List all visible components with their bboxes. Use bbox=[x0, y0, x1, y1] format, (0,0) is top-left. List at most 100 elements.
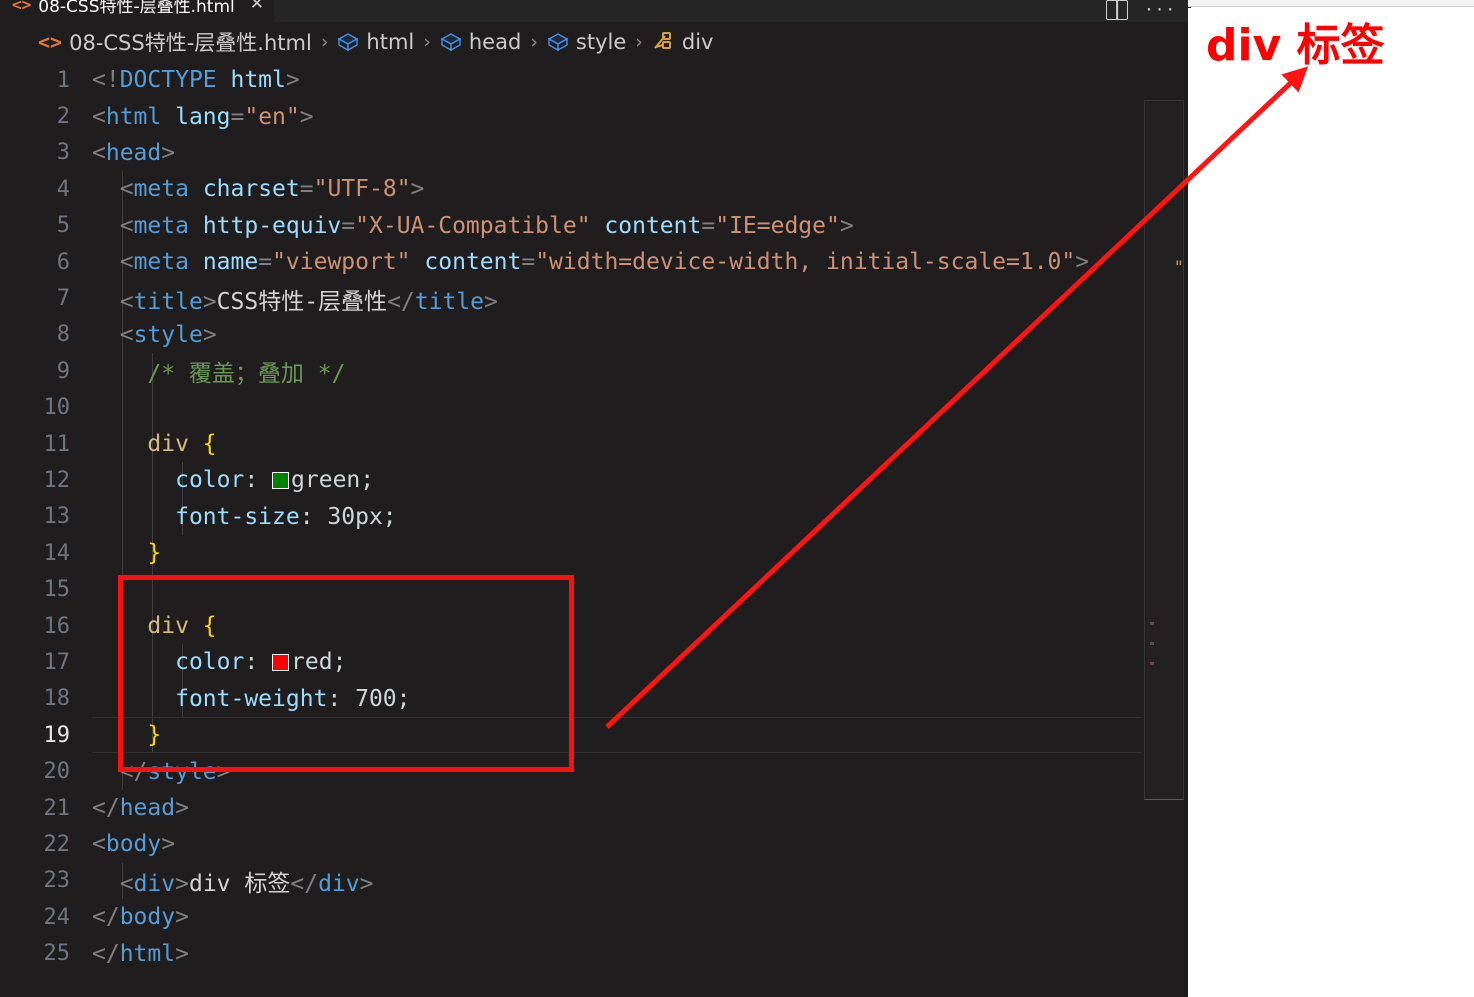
chevron-right-icon: › bbox=[320, 31, 329, 53]
code-line[interactable]: 24 </body> bbox=[0, 899, 1188, 935]
line-number: 12 bbox=[43, 467, 71, 493]
color-swatch-green[interactable] bbox=[272, 472, 290, 490]
line-tokens: <body> bbox=[92, 831, 176, 858]
line-tokens: <style> bbox=[119, 321, 217, 348]
line-number: 6 bbox=[56, 249, 70, 275]
minimap-slider[interactable] bbox=[1144, 100, 1184, 800]
code-line[interactable]: 4 <meta charset="UTF-8"> bbox=[0, 171, 1188, 208]
editor-tab-active[interactable]: <> 08-CSS特性-层叠性.html ✕ bbox=[0, 0, 274, 22]
breadcrumb-label-style: style bbox=[575, 30, 627, 54]
line-tokens: <html lang="en"> bbox=[92, 103, 314, 130]
code-line[interactable]: 9 /* 覆盖；叠加 */ bbox=[0, 353, 1188, 390]
breadcrumb-item-head[interactable]: head bbox=[440, 30, 521, 54]
line-number: 15 bbox=[43, 577, 71, 603]
line-number: 24 bbox=[43, 904, 71, 930]
breadcrumb-label-div: div bbox=[681, 30, 714, 54]
line-tokens: font-size: 30px; bbox=[175, 503, 397, 530]
minimap-mark bbox=[1150, 642, 1154, 645]
line-number: 23 bbox=[43, 868, 71, 894]
line-number: 4 bbox=[56, 176, 70, 202]
more-actions-icon[interactable]: ··· bbox=[1144, 0, 1176, 19]
code-line[interactable]: 12 color: green; bbox=[0, 462, 1188, 499]
editor-tab-actions: ··· bbox=[1106, 0, 1176, 22]
editor-tab-label: 08-CSS特性-层叠性.html bbox=[38, 0, 235, 17]
code-line[interactable]: 14 } bbox=[0, 535, 1188, 572]
code-line[interactable]: 23 <div>div 标签</div> bbox=[0, 862, 1188, 899]
code-line[interactable]: 18 font-weight: 700; bbox=[0, 680, 1188, 718]
browser-preview-pane: div 标签 bbox=[1188, 0, 1474, 997]
breadcrumb-item-style[interactable]: style bbox=[547, 30, 626, 54]
code-line[interactable]: 7 <title>CSS特性-层叠性</title> bbox=[0, 280, 1188, 317]
line-tokens: </body> bbox=[92, 904, 189, 931]
line-tokens: /* 覆盖；叠加 */ bbox=[147, 361, 346, 388]
line-number: 17 bbox=[43, 649, 71, 675]
line-tokens: div { bbox=[147, 431, 217, 458]
line-tokens: <div>div 标签</div> bbox=[119, 870, 374, 897]
breadcrumb-item-file[interactable]: <> 08-CSS特性-层叠性.html bbox=[38, 27, 312, 57]
code-line[interactable]: 5 <meta http-equiv="X-UA-Compatible" con… bbox=[0, 207, 1188, 244]
screenshot-root: <> 08-CSS特性-层叠性.html ✕ ··· <> 08-CSS特性-层… bbox=[0, 0, 1474, 997]
code-line[interactable]: 1 <!DOCTYPE html> bbox=[0, 62, 1188, 98]
code-line[interactable]: 8 <style> bbox=[0, 316, 1188, 354]
breadcrumb-item-html[interactable]: html bbox=[337, 30, 414, 54]
code-line[interactable]: 11 div { bbox=[0, 425, 1188, 463]
html-file-icon: <> bbox=[12, 0, 32, 14]
line-number: 13 bbox=[43, 504, 71, 530]
code-content[interactable]: 1 <!DOCTYPE html> 2 <html lang="en"> 3 <… bbox=[0, 62, 1188, 997]
line-tokens: <title>CSS特性-层叠性</title> bbox=[119, 288, 498, 315]
line-tokens: </style> bbox=[119, 758, 231, 785]
code-line[interactable]: 17 color: red; bbox=[0, 644, 1188, 681]
line-number: 1 bbox=[56, 67, 70, 93]
code-line[interactable]: 3 <head> bbox=[0, 135, 1188, 171]
code-line[interactable]: 13 font-size: 30px; bbox=[0, 498, 1188, 536]
line-tokens: <!DOCTYPE html> bbox=[92, 67, 300, 94]
line-number: 22 bbox=[43, 831, 71, 857]
line-number: 19 bbox=[43, 722, 71, 748]
split-editor-icon[interactable] bbox=[1106, 0, 1129, 20]
line-tokens: color: green; bbox=[175, 467, 375, 494]
minimap-mark bbox=[1150, 622, 1154, 625]
color-swatch-red[interactable] bbox=[272, 654, 290, 672]
symbol-module-icon bbox=[337, 32, 359, 52]
line-tokens: <head> bbox=[92, 139, 176, 166]
breadcrumb-label-file: 08-CSS特性-层叠性.html bbox=[69, 31, 312, 55]
line-tokens: </html> bbox=[92, 940, 189, 967]
chevron-right-icon: › bbox=[530, 31, 538, 53]
preview-rendered-div: div 标签 bbox=[1206, 20, 1385, 71]
code-editor-pane: <> 08-CSS特性-层叠性.html ✕ ··· <> 08-CSS特性-层… bbox=[0, 0, 1188, 997]
code-line[interactable]: 15 bbox=[0, 571, 1188, 608]
code-line[interactable]: 25 </html> bbox=[0, 935, 1188, 971]
minimap-mark bbox=[1150, 662, 1154, 665]
overflow-text-marker: " bbox=[1173, 258, 1184, 278]
line-tokens: <meta charset="UTF-8"> bbox=[119, 176, 425, 203]
html-file-icon: <> bbox=[38, 30, 63, 54]
close-icon[interactable]: ✕ bbox=[250, 0, 264, 13]
line-tokens: color: red; bbox=[175, 649, 347, 676]
code-line[interactable]: 21 </head> bbox=[0, 790, 1188, 826]
line-number: 2 bbox=[56, 104, 70, 130]
code-line[interactable]: 2 <html lang="en"> bbox=[0, 98, 1188, 134]
line-tokens: font-weight: 700; bbox=[175, 685, 411, 712]
line-number: 11 bbox=[43, 431, 71, 457]
line-tokens: } bbox=[147, 540, 162, 567]
line-number: 25 bbox=[43, 941, 71, 967]
line-number: 7 bbox=[56, 286, 70, 312]
line-tokens: <meta http-equiv="X-UA-Compatible" conte… bbox=[119, 212, 854, 239]
code-line[interactable]: 20 </style> bbox=[0, 753, 1188, 790]
breadcrumb-label-html: html bbox=[366, 30, 415, 54]
symbol-ruler-icon bbox=[652, 31, 675, 53]
breadcrumb-item-div[interactable]: div bbox=[652, 30, 714, 54]
line-number: 14 bbox=[43, 540, 71, 566]
editor-minimap[interactable]: " bbox=[1142, 62, 1188, 997]
code-line[interactable]: 6 <meta name="viewport" content="width=d… bbox=[0, 243, 1188, 281]
code-line-active[interactable]: 19 } bbox=[0, 717, 1188, 754]
line-number: 20 bbox=[43, 759, 71, 785]
editor-tab-bar: <> 08-CSS特性-层叠性.html ✕ ··· bbox=[0, 0, 1188, 22]
code-line[interactable]: 22 <body> bbox=[0, 826, 1188, 862]
chevron-right-icon: › bbox=[423, 31, 431, 53]
line-number: 3 bbox=[56, 140, 70, 166]
code-line[interactable]: 10 bbox=[0, 389, 1188, 426]
symbol-module-icon bbox=[440, 32, 462, 52]
line-number: 18 bbox=[43, 686, 71, 712]
code-line[interactable]: 16 div { bbox=[0, 607, 1188, 645]
